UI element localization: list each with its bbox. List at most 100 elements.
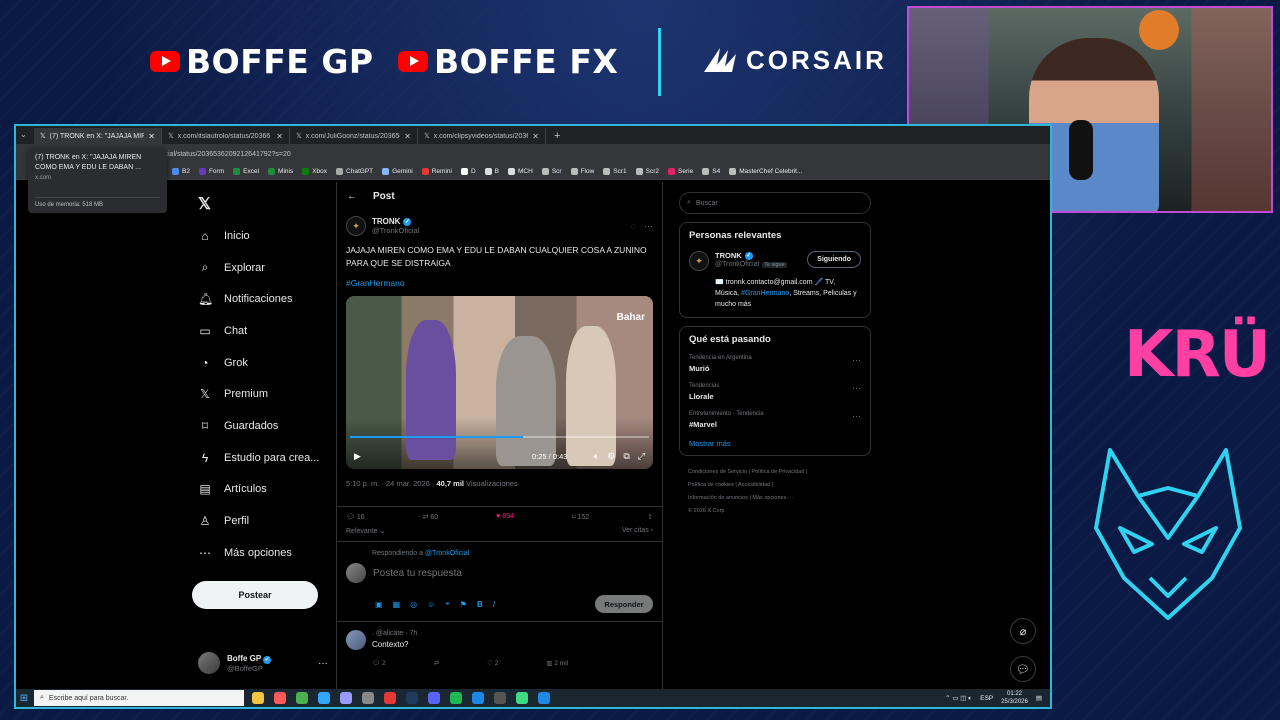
tab-tronk[interactable]: 𝕏 (7) TRONK en X: "JAJAJA MIREN ✕ [34, 128, 162, 144]
bookmark-item[interactable]: D [460, 168, 476, 175]
notifications-icon[interactable]: ▤ [1036, 694, 1042, 702]
back-arrow-icon[interactable]: ← [347, 191, 357, 202]
post-hashtag[interactable]: #GranHermano [337, 270, 662, 288]
repost-action[interactable]: ⇄ 60 [423, 513, 439, 521]
account-switcher[interactable]: Boffe GP ✓ @BoffeGP ··· [198, 652, 328, 674]
share-icon[interactable]: ⇪ [647, 513, 653, 521]
trend-item[interactable]: Tendencias Llorale ··· [689, 383, 861, 401]
author-name[interactable]: TRONK ✓ [372, 217, 419, 226]
nav-premium[interactable]: 𝕏 Premium [196, 378, 326, 410]
app-icon[interactable] [472, 692, 484, 704]
like-action[interactable]: ♡ 2 [487, 659, 498, 667]
reply-button[interactable]: Responder [595, 595, 653, 613]
emoji-icon[interactable]: ☺ [427, 600, 435, 609]
bookmark-item[interactable]: Xbox [302, 168, 327, 175]
new-tab-button[interactable]: + [546, 128, 568, 144]
avatar[interactable]: ✦ [689, 251, 709, 271]
bookmark-item[interactable]: B2 [172, 168, 190, 175]
nav-chat[interactable]: ▭ Chat [196, 315, 326, 347]
bookmark-item[interactable]: Excel [233, 168, 259, 175]
nav-notifications[interactable]: 🔔︎ Notificaciones [196, 283, 326, 315]
person-name[interactable]: TRONK ✓ [715, 251, 787, 260]
more-icon[interactable]: ··· [852, 383, 861, 401]
reply-action[interactable]: 💬︎ 16 [346, 513, 365, 521]
more-icon[interactable]: ··· [852, 411, 861, 429]
bookmark-item[interactable]: Form [198, 168, 224, 175]
tab-clipsyvideos[interactable]: 𝕏 x.com/clipsyvideos/status/2036 ✕ [418, 128, 546, 144]
image-icon[interactable]: ▣ [375, 600, 383, 609]
app-icon[interactable] [494, 692, 506, 704]
footer-line[interactable]: Política de cookies | Accesibilidad | [688, 479, 871, 492]
bookmark-item[interactable]: B [484, 168, 499, 175]
premiere-icon[interactable] [340, 692, 352, 704]
show-more-link[interactable]: Mostrar más [689, 439, 861, 448]
close-tab-icon[interactable]: ✕ [148, 132, 155, 141]
grok-icon[interactable]: ◌ [631, 221, 636, 231]
bookmark-item[interactable]: Gemini [382, 168, 413, 175]
more-icon[interactable]: ··· [644, 221, 653, 231]
avatar[interactable] [346, 630, 366, 650]
taskbar-search[interactable]: ⌕ Escribe aquí para buscar. [34, 690, 244, 706]
bold-icon[interactable]: B [477, 600, 483, 609]
spotify-icon[interactable] [450, 692, 462, 704]
nav-more[interactable]: ⋯ Más opciones [196, 537, 326, 569]
view-quotes-link[interactable]: Ver citas › [622, 527, 653, 535]
bio-hashtag[interactable]: #GranHermano [741, 290, 789, 297]
close-tab-icon[interactable]: ✕ [276, 132, 283, 141]
bookmark-item[interactable]: Remini [421, 168, 452, 175]
footer-line[interactable]: Condiciones de Servicio | Política de Pr… [688, 466, 871, 479]
following-button[interactable]: Siguiendo [807, 251, 861, 268]
nav-explore[interactable]: ⌕ Explorar [196, 252, 326, 284]
close-tab-icon[interactable]: ✕ [532, 132, 539, 141]
fullscreen-icon[interactable]: ⤢ [638, 451, 645, 462]
bookmark-item[interactable]: Minis [268, 168, 293, 175]
play-icon[interactable]: ▶ [354, 451, 361, 462]
tray-icons[interactable]: ⌃ ▭ ◫ 🔈︎ [945, 694, 972, 703]
file-explorer-icon[interactable] [252, 692, 264, 704]
app-icon[interactable] [538, 692, 550, 704]
bookmark-item[interactable]: Flow [570, 168, 594, 175]
clock[interactable]: 01:22 25/3/2026 [1001, 690, 1028, 706]
video-progress-bar[interactable] [350, 436, 649, 438]
discord-icon[interactable] [428, 692, 440, 704]
video-player[interactable]: Bahar ▶ 0:25 / 0:43 🔈︎ ⚙ ⧉ ⤢ [346, 296, 653, 469]
address-bar[interactable]: ficial/status/2036536209212641792?s=20 [16, 144, 1050, 164]
bookmark-item[interactable]: MCH [508, 168, 533, 175]
volume-icon[interactable]: 🔈︎ [594, 451, 599, 462]
search-box[interactable]: ⌕ Buscar [679, 192, 871, 214]
more-icon[interactable]: ··· [852, 355, 861, 373]
language-indicator[interactable]: ESP [980, 695, 993, 702]
grok-floating-icon[interactable]: ⌀ [1010, 618, 1036, 644]
steam-icon[interactable] [406, 692, 418, 704]
flag-icon[interactable]: ⚑ [460, 600, 467, 609]
windows-start-icon[interactable]: ⊞ [16, 693, 32, 704]
trend-item[interactable]: Tendencia en Argentina Murió ··· [689, 355, 861, 373]
obs-icon[interactable] [274, 692, 286, 704]
messages-floating-icon[interactable]: 💬︎ [1010, 656, 1036, 682]
bookmark-item[interactable]: Scr2 [635, 168, 659, 175]
app-icon[interactable] [384, 692, 396, 704]
nav-articles[interactable]: ▤ Artículos [196, 474, 326, 506]
trend-item[interactable]: Entretenimiento · Tendencia #Marvel ··· [689, 411, 861, 429]
nav-profile[interactable]: ♙ Perfil [196, 505, 326, 537]
replying-to-handle[interactable]: @TronkOficial [425, 550, 469, 557]
bookmark-item[interactable]: ChatGPT [336, 168, 373, 175]
x-logo-icon[interactable]: 𝕏 [198, 194, 211, 214]
sort-dropdown[interactable]: Relevante ⌄ [346, 527, 385, 535]
grok-icon[interactable]: ◎ [410, 600, 417, 609]
tab-search-icon[interactable]: ⌄ [20, 130, 27, 139]
author-handle[interactable]: @TronkOficial [372, 226, 419, 235]
tab-itslautrolo[interactable]: 𝕏 x.com/itslautrolo/status/20366 ✕ [162, 128, 290, 144]
reply-input[interactable] [373, 567, 573, 579]
italic-icon[interactable]: I [493, 600, 495, 609]
photoshop-icon[interactable] [318, 692, 330, 704]
post-timestamp[interactable]: 5:10 p. m. · 24 mar. 2026 · [346, 479, 434, 488]
nav-grok[interactable]: ◔ Grok [196, 347, 326, 379]
bookmark-item[interactable]: Scr [541, 168, 562, 175]
nav-creator-studio[interactable]: ϟ Estudio para crea... [196, 442, 326, 474]
settings-icon[interactable]: ⚙ [607, 451, 615, 462]
footer-line[interactable]: Información de anuncios | Más opciones ·… [688, 492, 871, 505]
views-action[interactable]: ▥ 2 mil [546, 659, 568, 667]
bookmark-item[interactable]: S4 [702, 168, 720, 175]
nav-bookmarks[interactable]: ⌑ Guardados [196, 410, 326, 442]
